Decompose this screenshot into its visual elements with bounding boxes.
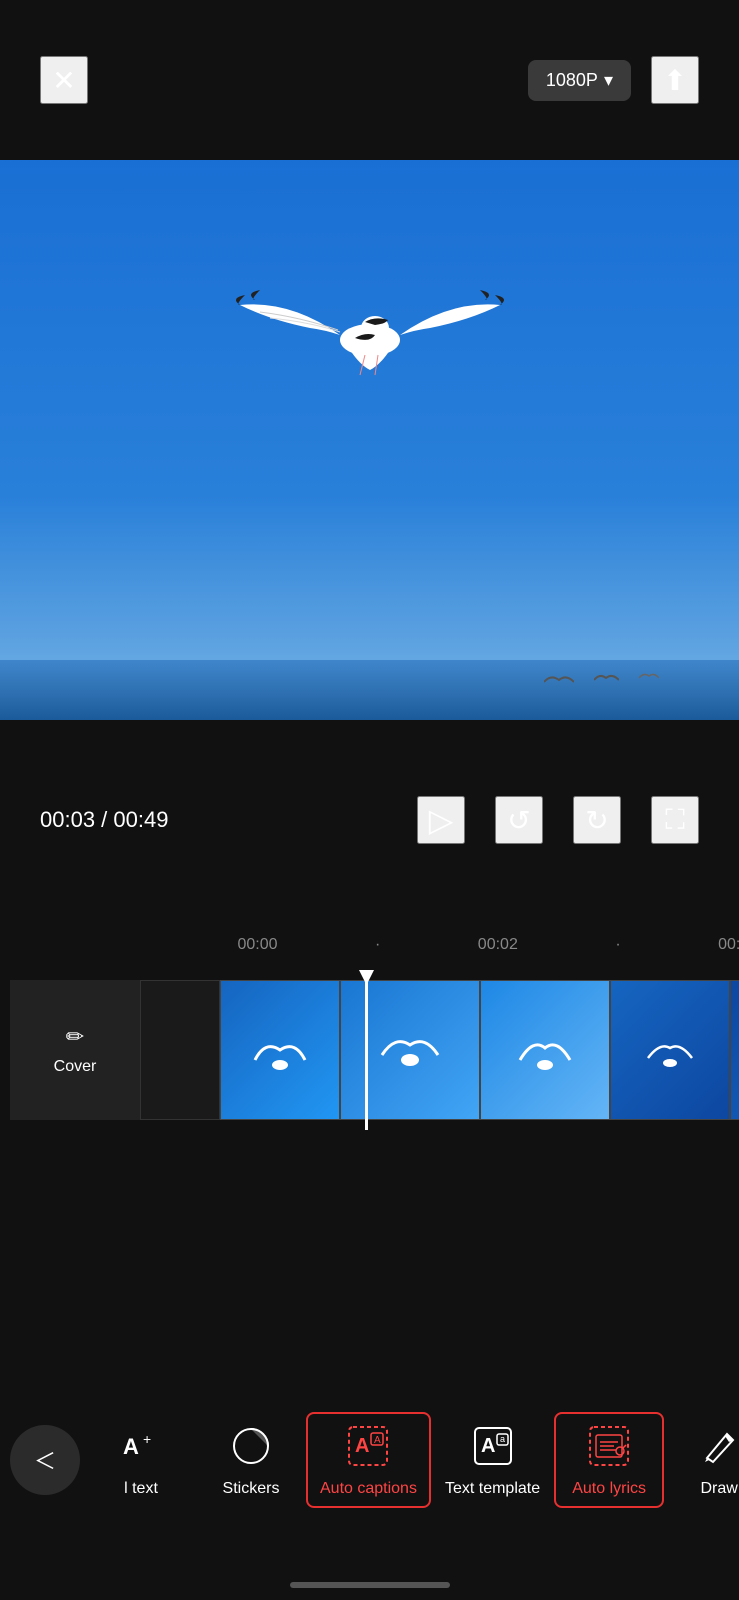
video-clip-4[interactable]	[610, 980, 730, 1120]
svg-text:A: A	[481, 1435, 495, 1457]
redo-icon: ↻	[585, 804, 608, 837]
timeline-ruler: 00:00 · 00:02 · 00:04 · 00:06	[0, 920, 739, 970]
video-clip-5[interactable]	[730, 980, 739, 1120]
svg-text:A: A	[123, 1434, 139, 1459]
svg-text:a: a	[500, 1434, 505, 1444]
time-separator: /	[95, 807, 113, 832]
timeline-tracks: ✏ Cover	[0, 970, 739, 1130]
bottom-toolbar: ＜ A + l text Stickers A A	[0, 1380, 739, 1540]
svg-text:A: A	[355, 1435, 369, 1457]
redo-button[interactable]: ↻	[573, 796, 621, 844]
black-clip[interactable]	[140, 980, 220, 1120]
clip-bird-icon-2	[380, 1010, 440, 1090]
draw-label: Draw	[700, 1480, 737, 1498]
top-bar: ✕ 1080P ▾ ⬆	[0, 0, 739, 160]
small-birds	[544, 670, 659, 690]
cover-label: Cover	[54, 1058, 97, 1076]
resolution-button[interactable]: 1080P ▾	[528, 60, 631, 101]
timeline-empty-area	[0, 1130, 739, 1330]
clip-thumbnail-3	[481, 981, 609, 1119]
toolbar-item-auto-lyrics[interactable]: Auto lyrics	[554, 1412, 664, 1508]
video-clip-1[interactable]	[220, 980, 340, 1120]
total-time: 00:49	[113, 807, 168, 832]
timeline-area: 00:00 · 00:02 · 00:04 · 00:06 ✏ Cover	[0, 920, 739, 1340]
stickers-icon	[227, 1422, 275, 1470]
export-icon: ⬆	[663, 64, 686, 97]
add-text-icon: A +	[117, 1422, 165, 1470]
clip-thumbnail-4	[611, 981, 729, 1119]
clip-bird-icon-3	[515, 1010, 575, 1090]
resolution-label: 1080P	[546, 70, 598, 91]
time-display: 00:03 / 00:49	[40, 807, 168, 833]
cover-edit-icon: ✏	[66, 1024, 84, 1050]
play-icon: ▷	[429, 801, 454, 839]
top-right-controls: 1080P ▾ ⬆	[528, 56, 699, 104]
cover-track[interactable]: ✏ Cover	[10, 980, 140, 1120]
current-time: 00:03	[40, 807, 95, 832]
toolbar-item-auto-captions[interactable]: A A Auto captions	[306, 1412, 431, 1508]
video-canvas	[0, 160, 739, 720]
toolbar-item-draw[interactable]: Draw	[664, 1412, 739, 1508]
svg-text:A: A	[374, 1435, 381, 1446]
ruler-mark-2: 00:04	[651, 936, 739, 954]
undo-button[interactable]: ↺	[495, 796, 543, 844]
text-template-label: Text template	[445, 1480, 540, 1498]
auto-captions-label: Auto captions	[320, 1480, 417, 1498]
water-background	[0, 660, 739, 720]
home-indicator	[290, 1582, 450, 1588]
toolbar-item-text-template[interactable]: A a Text template	[431, 1412, 554, 1508]
stickers-label: Stickers	[223, 1480, 280, 1498]
export-button[interactable]: ⬆	[651, 56, 699, 104]
undo-icon: ↺	[507, 804, 530, 837]
toolbar-item-stickers[interactable]: Stickers	[196, 1412, 306, 1508]
back-icon: ＜	[34, 1444, 56, 1476]
add-text-label: l text	[124, 1480, 158, 1498]
resolution-arrow-icon: ▾	[604, 70, 613, 91]
fullscreen-icon: ⛶	[665, 804, 685, 837]
svg-text:+: +	[143, 1431, 151, 1447]
clip-thumbnail-2	[341, 981, 479, 1119]
ruler-dot-1: ·	[375, 936, 380, 954]
video-clips: +	[220, 980, 739, 1120]
ruler-dot-2: ·	[615, 936, 620, 954]
playback-buttons: ▷ ↺ ↻ ⛶	[417, 796, 699, 844]
clip-bird-icon-4	[640, 1010, 700, 1090]
auto-lyrics-label: Auto lyrics	[572, 1480, 646, 1498]
fullscreen-button[interactable]: ⛶	[651, 796, 699, 844]
video-clip-3[interactable]	[480, 980, 610, 1120]
clip-thumbnail-1	[221, 981, 339, 1119]
video-preview	[0, 160, 739, 720]
auto-captions-icon: A A	[344, 1422, 392, 1470]
bird-image	[230, 210, 510, 430]
text-template-icon: A a	[469, 1422, 517, 1470]
ruler-mark-0: 00:00	[170, 936, 345, 954]
clip-thumbnail-5	[731, 981, 739, 1119]
auto-lyrics-icon	[585, 1422, 633, 1470]
close-button[interactable]: ✕	[40, 56, 88, 104]
draw-icon	[695, 1422, 739, 1470]
toolbar-item-add-text[interactable]: A + l text	[86, 1412, 196, 1508]
ruler-mark-1: 00:02	[410, 936, 585, 954]
toolbar-back-button[interactable]: ＜	[10, 1425, 80, 1495]
play-button[interactable]: ▷	[417, 796, 465, 844]
video-clip-2[interactable]	[340, 980, 480, 1120]
playback-controls-bar: 00:03 / 00:49 ▷ ↺ ↻ ⛶	[0, 720, 739, 920]
clip-bird-icon-1	[250, 1010, 310, 1090]
playhead	[365, 970, 368, 1130]
